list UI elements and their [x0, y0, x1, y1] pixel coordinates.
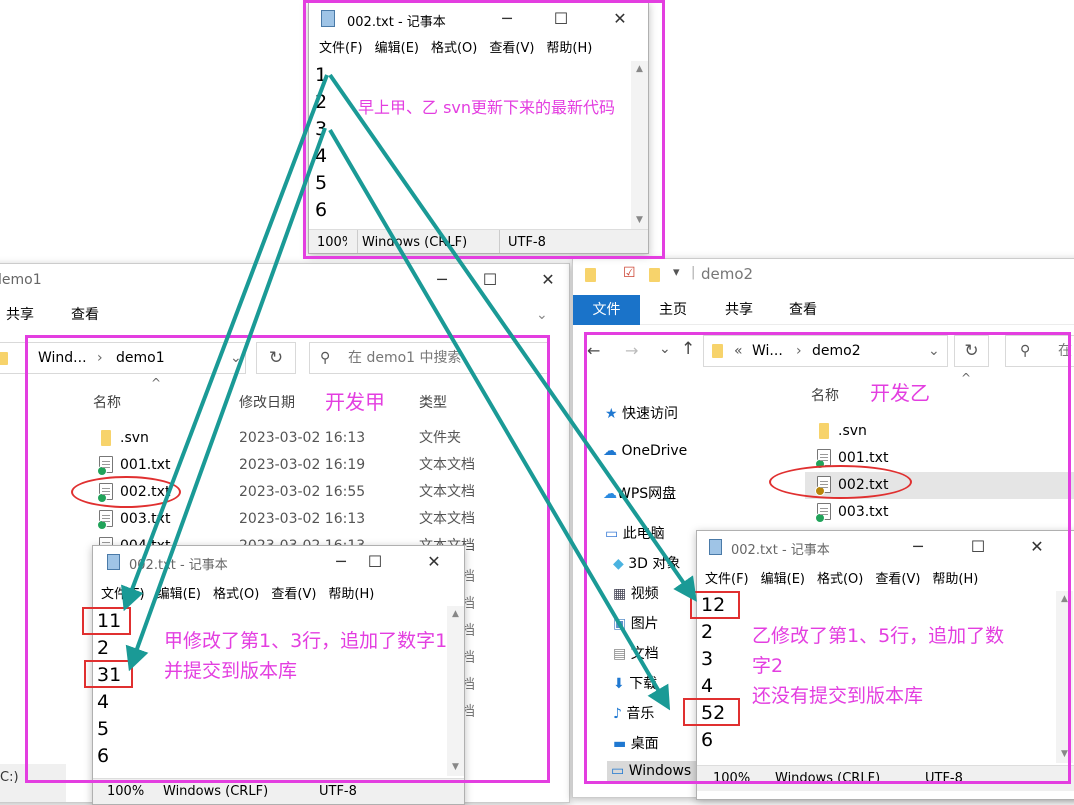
- properties-icon[interactable]: ☑: [623, 265, 636, 281]
- highlight-box-jia: [25, 335, 550, 783]
- annotation-yi-line1: 乙修改了第1、5行，追加了数: [752, 625, 1005, 647]
- highlight-box-original: [303, 0, 665, 259]
- divider: |: [691, 265, 696, 280]
- explorer1-titlebar: demo1 ─ ☐ ✕: [0, 264, 569, 296]
- tab-view[interactable]: 查看: [789, 295, 817, 325]
- folder-icon: [0, 352, 8, 365]
- annotation-jia-header: 开发甲: [325, 390, 385, 414]
- tab-home[interactable]: 主页: [659, 295, 687, 325]
- tab-file[interactable]: 文件: [573, 295, 640, 325]
- changed-line-box: [690, 591, 740, 619]
- tab-share[interactable]: 共享: [6, 300, 34, 330]
- ribbon-tabs: 共享 查看 ⌄: [0, 300, 569, 330]
- tab-view[interactable]: 查看: [71, 300, 99, 330]
- explorer2-title: demo2: [701, 265, 754, 283]
- minimize-button[interactable]: ─: [419, 264, 465, 296]
- annotation-jia-line2: 并提交到版本库: [164, 660, 298, 682]
- highlight-box-yi: [584, 332, 1071, 784]
- dropdown-icon[interactable]: ▾: [673, 265, 680, 280]
- changed-line-box: [82, 607, 131, 635]
- changed-line-box: [683, 698, 740, 726]
- file-highlight-ellipse: [769, 465, 912, 499]
- annotation-yi-line3: 还没有提交到版本库: [752, 685, 924, 707]
- tab-share[interactable]: 共享: [725, 295, 753, 325]
- folder-icon[interactable]: [585, 268, 596, 282]
- changed-line-box: [84, 660, 133, 688]
- file-highlight-ellipse: [71, 476, 181, 508]
- explorer1-title: demo1: [0, 272, 42, 288]
- close-button[interactable]: ✕: [525, 264, 569, 296]
- annotation-yi-line2: 字2: [752, 655, 784, 677]
- maximize-button[interactable]: ☐: [467, 264, 513, 296]
- annotation-yi-header: 开发乙: [870, 381, 930, 405]
- chevron-down-icon[interactable]: ⌄: [536, 300, 548, 330]
- annotation-jia-line1: 甲修改了第1、3行，追加了数字1: [164, 630, 448, 652]
- ribbon-bar: 文件 主页 共享 查看: [573, 295, 1074, 325]
- new-folder-icon[interactable]: [649, 268, 660, 282]
- annotation-original: 早上甲、乙 svn更新下来的最新代码: [358, 98, 616, 117]
- drive-label-overlay: C:): [0, 770, 19, 785]
